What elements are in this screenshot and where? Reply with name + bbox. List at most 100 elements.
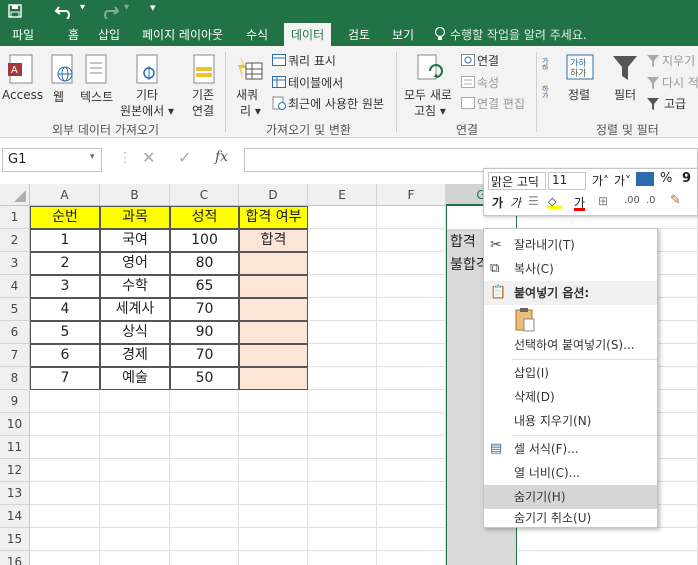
recent-sources-button[interactable]: 최근에 사용한 원본 xyxy=(288,95,384,112)
cell[interactable] xyxy=(100,528,170,551)
bold-icon[interactable]: 가 xyxy=(492,194,503,211)
tell-me-search[interactable]: 수행할 작업을 알려 주세요. xyxy=(450,26,587,43)
table-cell[interactable] xyxy=(239,344,308,367)
comma-icon[interactable]: 9 xyxy=(682,171,691,186)
table-cell[interactable]: 상식 xyxy=(100,321,170,344)
from-table-button[interactable]: 테이블에서 xyxy=(288,74,343,91)
cell[interactable] xyxy=(308,528,377,551)
cell[interactable] xyxy=(100,551,170,565)
text-button[interactable]: 텍스트 xyxy=(80,88,113,105)
refresh-all-label-1[interactable]: 모두 새로 xyxy=(404,86,452,103)
menu-format-cells[interactable]: ▤ 셀 서식(F)... xyxy=(484,437,657,461)
tab-review[interactable]: 검토 xyxy=(348,26,370,43)
enter-icon[interactable]: ✓ xyxy=(178,148,191,167)
cell[interactable] xyxy=(170,413,239,436)
table-cell[interactable] xyxy=(239,298,308,321)
cell[interactable] xyxy=(377,413,446,436)
cell[interactable] xyxy=(308,367,377,390)
sort-az-icon[interactable]: 가하 xyxy=(542,56,556,70)
cell[interactable] xyxy=(100,390,170,413)
cell[interactable] xyxy=(30,459,100,482)
table-cell[interactable] xyxy=(239,367,308,390)
cell[interactable] xyxy=(377,298,446,321)
cell[interactable] xyxy=(239,459,308,482)
row-header-11[interactable]: 11 xyxy=(0,436,30,459)
undo-icon[interactable] xyxy=(54,3,76,19)
cell[interactable] xyxy=(377,390,446,413)
cell[interactable] xyxy=(30,413,100,436)
align-center-icon[interactable]: ☰ xyxy=(528,194,539,208)
col-header-d[interactable]: D xyxy=(239,184,308,206)
cell[interactable] xyxy=(308,206,377,229)
row-header-9[interactable]: 9 xyxy=(0,390,30,413)
filter-button[interactable]: 필터 xyxy=(614,86,636,103)
insert-function-icon[interactable]: fx xyxy=(215,149,228,165)
fill-color-icon[interactable]: ◇ xyxy=(548,195,562,209)
tab-view[interactable]: 보기 xyxy=(392,26,414,43)
table-cell[interactable] xyxy=(239,252,308,275)
cell-g3[interactable]: 불합격 xyxy=(450,254,484,274)
redo-dropdown-icon[interactable]: ▾ xyxy=(124,2,129,13)
cell[interactable] xyxy=(239,390,308,413)
cell[interactable] xyxy=(170,459,239,482)
cell[interactable] xyxy=(239,436,308,459)
table-cell[interactable]: 영어 xyxy=(100,252,170,275)
cell[interactable] xyxy=(100,505,170,528)
table-cell[interactable]: 5 xyxy=(30,321,100,344)
sort-za-icon[interactable]: 하가 xyxy=(542,84,556,98)
cell[interactable] xyxy=(308,252,377,275)
other-sources-label-2[interactable]: 원본에서 ▾ xyxy=(120,102,174,119)
cell[interactable] xyxy=(377,229,446,252)
tab-file[interactable]: 파일 xyxy=(12,26,34,43)
refresh-all-label-2[interactable]: 고침 ▾ xyxy=(414,102,446,119)
paste-option-button[interactable] xyxy=(514,307,536,333)
cell[interactable] xyxy=(377,528,446,551)
table-cell[interactable]: 100 xyxy=(170,229,239,252)
table-cell[interactable]: 3 xyxy=(30,275,100,298)
connections-button[interactable]: 연결 xyxy=(477,52,499,69)
row-header-5[interactable]: 5 xyxy=(0,298,30,321)
table-cell[interactable]: 세계사 xyxy=(100,298,170,321)
cell[interactable] xyxy=(170,390,239,413)
cell[interactable] xyxy=(517,528,698,551)
customize-qat-icon[interactable]: ▾ xyxy=(150,1,156,14)
cell[interactable] xyxy=(239,505,308,528)
tab-insert[interactable]: 삽입 xyxy=(98,26,120,43)
shrink-font-icon[interactable]: 가˅ xyxy=(614,172,631,189)
cell-g2[interactable]: 합격 xyxy=(450,231,476,251)
cell[interactable] xyxy=(30,390,100,413)
menu-clear-contents[interactable]: 내용 지우기(N) xyxy=(484,409,657,433)
decrease-decimal-icon[interactable]: .0 xyxy=(646,195,656,206)
col-header-a[interactable]: A xyxy=(30,184,100,206)
table-cell[interactable]: 70 xyxy=(170,298,239,321)
other-sources-label-1[interactable]: 기타 xyxy=(136,86,158,103)
cell[interactable] xyxy=(170,551,239,565)
properties-button[interactable]: 속성 xyxy=(477,74,499,91)
cell[interactable] xyxy=(308,482,377,505)
table-cell[interactable]: 수학 xyxy=(100,275,170,298)
cell[interactable] xyxy=(308,275,377,298)
font-name-select[interactable]: 맑은 고딕 xyxy=(488,172,546,190)
row-header-3[interactable]: 3 xyxy=(0,252,30,275)
cell[interactable] xyxy=(308,229,377,252)
table-cell[interactable]: 90 xyxy=(170,321,239,344)
namebox-dropdown-icon[interactable]: ▾ xyxy=(90,152,95,162)
menu-hide[interactable]: 숨기기(H) xyxy=(484,485,657,509)
cell[interactable] xyxy=(377,367,446,390)
cell[interactable] xyxy=(308,551,377,565)
redo-icon[interactable] xyxy=(100,3,120,19)
row-header-15[interactable]: 15 xyxy=(0,528,30,551)
cell[interactable] xyxy=(377,459,446,482)
col-header-c[interactable]: C xyxy=(170,184,239,206)
cell[interactable] xyxy=(308,321,377,344)
cell[interactable] xyxy=(377,436,446,459)
table-cell[interactable]: 경제 xyxy=(100,344,170,367)
cell[interactable] xyxy=(239,482,308,505)
cell[interactable] xyxy=(100,436,170,459)
cancel-icon[interactable]: ✕ xyxy=(142,148,155,167)
table-header-cell[interactable]: 성적 xyxy=(170,206,239,229)
menu-paste-special[interactable]: 선택하여 붙여넣기(S)... xyxy=(484,333,657,357)
cell[interactable] xyxy=(100,459,170,482)
tab-formulas[interactable]: 수식 xyxy=(246,26,268,43)
table-header-cell[interactable]: 순번 xyxy=(30,206,100,229)
